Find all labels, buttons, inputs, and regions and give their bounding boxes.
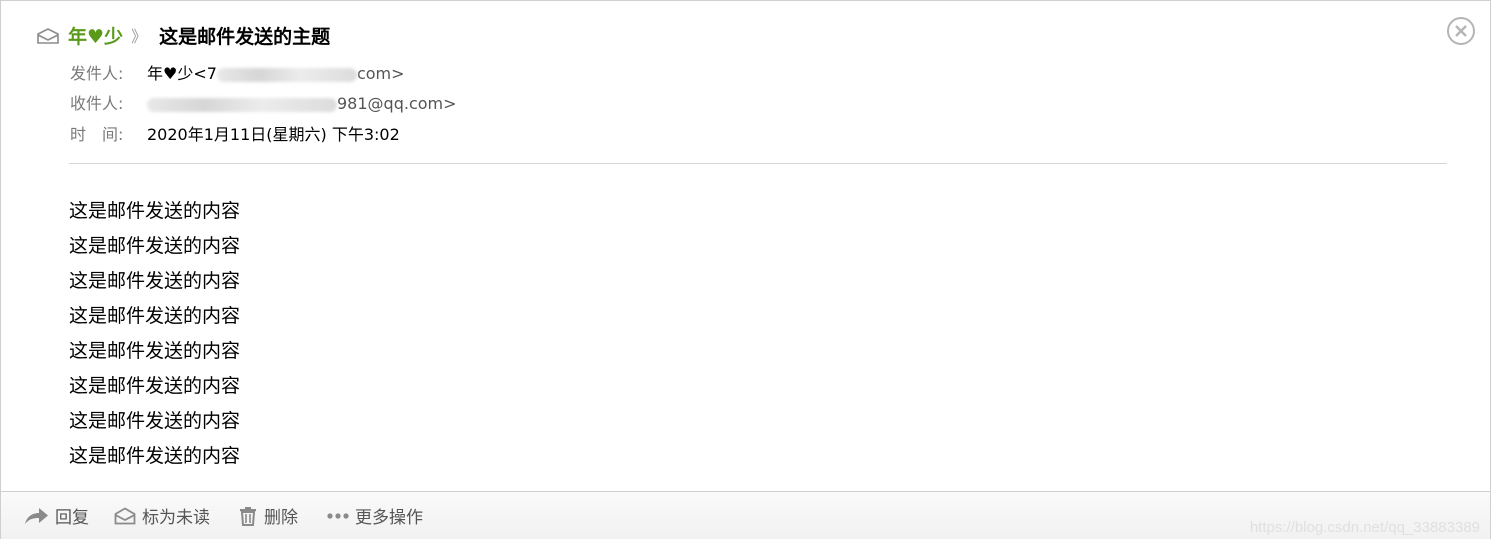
- sender-name-link[interactable]: 年♥少: [68, 22, 123, 49]
- close-icon: [1447, 17, 1475, 45]
- body-line: 这是邮件发送的内容: [69, 375, 241, 397]
- body-line: 这是邮件发送的内容: [69, 200, 241, 222]
- separator: 》: [131, 27, 148, 46]
- to-value-end: 981@qq.com>: [337, 94, 457, 113]
- from-row: 发件人: 年♥少<7 com>: [70, 64, 405, 84]
- body-line: 这是邮件发送的内容: [69, 235, 241, 257]
- time-value: 2020年1月11日(星期六) 下午3:02: [147, 125, 400, 144]
- delete-label: 删除: [264, 508, 298, 528]
- divider: [69, 163, 1447, 164]
- reply-arrow-icon: [25, 507, 48, 524]
- reply-label: 回复: [55, 508, 89, 528]
- from-value-start: 年♥少<7: [147, 64, 217, 83]
- email-body: 这是邮件发送的内容 这是邮件发送的内容 这是邮件发送的内容 这是邮件发送的内容 …: [69, 194, 240, 474]
- email-view: 年♥少 》 这是邮件发送的主题 发件人: 年♥少<7 com> 收件人: 981@…: [0, 0, 1491, 539]
- watermark: https://blog.csdn.net/qq_33883389: [1249, 519, 1480, 536]
- more-dots-icon: [327, 512, 349, 519]
- redacted-address: [147, 97, 337, 112]
- close-button[interactable]: [1446, 16, 1476, 46]
- email-subject: 这是邮件发送的主题: [159, 25, 331, 48]
- to-value[interactable]: 981@qq.com>: [147, 94, 457, 114]
- body-line: 这是邮件发送的内容: [69, 270, 241, 292]
- subject-row: 年♥少 》 这是邮件发送的主题: [37, 21, 330, 49]
- envelope-icon: [114, 506, 136, 524]
- mark-unread-button[interactable]: 标为未读: [114, 492, 210, 539]
- reply-button[interactable]: 回复: [23, 492, 89, 539]
- more-actions-button[interactable]: 更多操作: [327, 492, 423, 539]
- mark-unread-label: 标为未读: [142, 508, 210, 528]
- redacted-address: [216, 67, 357, 82]
- to-label: 收件人:: [70, 94, 124, 113]
- trash-icon: [240, 506, 256, 526]
- body-line: 这是邮件发送的内容: [69, 340, 241, 362]
- time-row: 时 间: 2020年1月11日(星期六) 下午3:02: [70, 125, 400, 145]
- from-value[interactable]: 年♥少<7 com>: [147, 64, 405, 84]
- body-line: 这是邮件发送的内容: [69, 445, 241, 467]
- body-line: 这是邮件发送的内容: [69, 410, 241, 432]
- time-label: 时 间:: [70, 125, 124, 144]
- from-value-end: com>: [356, 64, 405, 83]
- body-line: 这是邮件发送的内容: [69, 305, 241, 327]
- envelope-icon: [37, 27, 59, 44]
- to-row: 收件人: 981@qq.com>: [70, 94, 457, 114]
- from-label: 发件人:: [70, 64, 124, 83]
- delete-button[interactable]: 删除: [238, 492, 298, 539]
- more-actions-label: 更多操作: [355, 508, 423, 528]
